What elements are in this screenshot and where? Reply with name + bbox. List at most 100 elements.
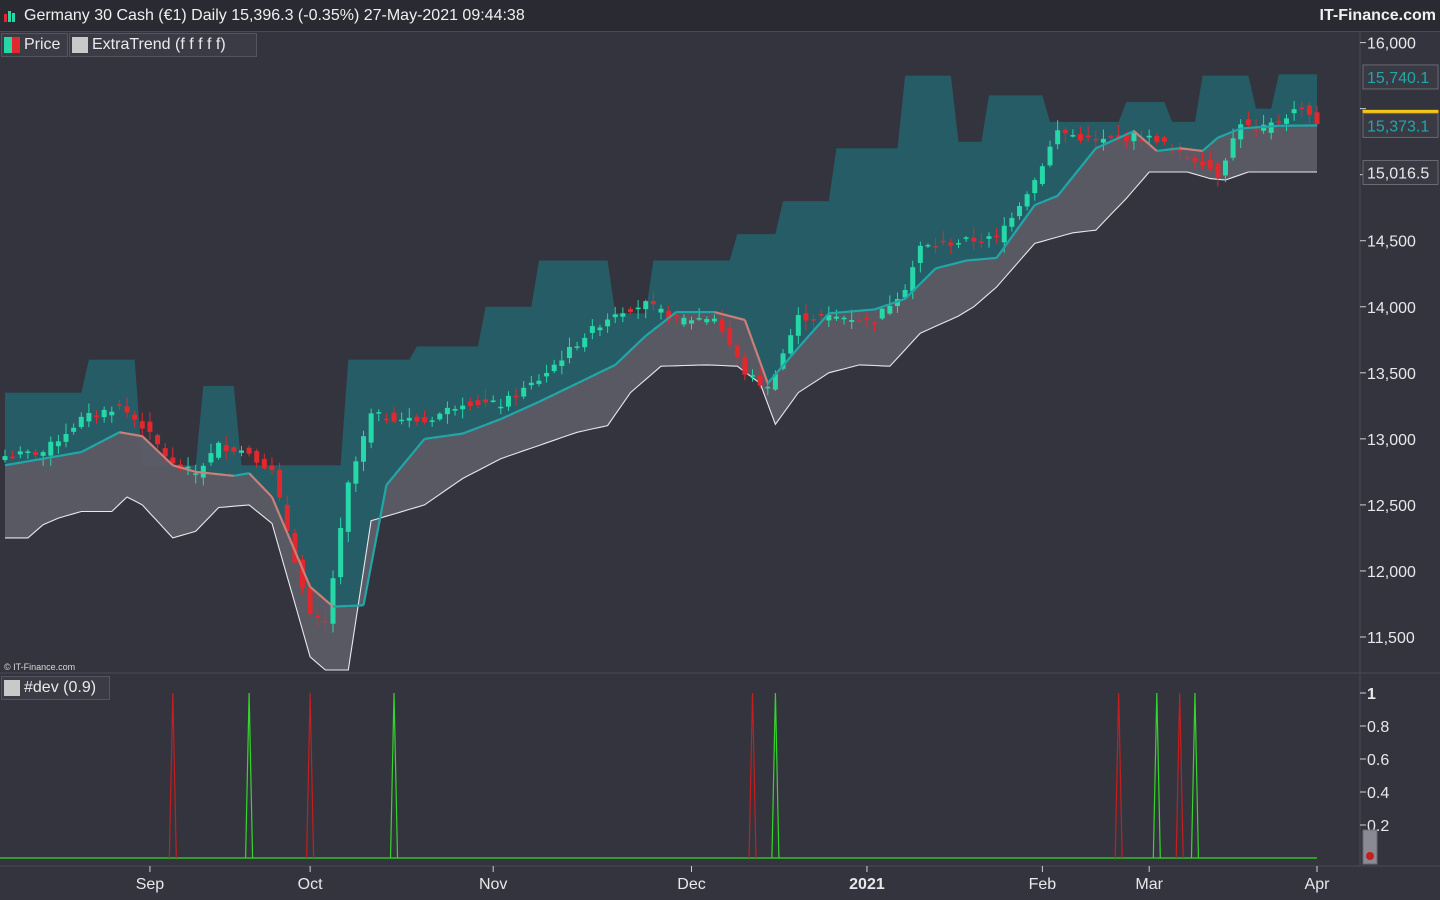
candle-body (711, 318, 717, 322)
trend-segment (293, 550, 304, 570)
trend-segment (226, 473, 234, 477)
candle-body (1108, 136, 1114, 138)
trend-segment (12, 461, 21, 466)
candle-body (170, 457, 176, 464)
candle-body (55, 441, 61, 447)
trend-segment (1187, 148, 1196, 152)
trend-segment (1003, 236, 1013, 248)
candle-body (1017, 206, 1023, 217)
dev-legend[interactable]: #dev (0.9) (1, 676, 110, 700)
time-x-axis[interactable]: SepOctNovDec2021FebMarAprMayJun (136, 866, 1440, 893)
lower-band-area (5, 125, 1317, 670)
candle-body (261, 458, 267, 469)
price-legend[interactable]: Price (1, 33, 68, 57)
trend-segment (377, 484, 388, 526)
price-legend-label: Price (24, 36, 61, 53)
dev-indicator (0, 692, 1317, 859)
trend-segment (1018, 214, 1029, 227)
candle-body (1070, 135, 1076, 137)
trend-segment (469, 426, 479, 432)
candle-body (48, 441, 54, 456)
candle-body (719, 319, 725, 332)
trend-segment (774, 364, 784, 376)
dev-tick-label: 0.4 (1367, 785, 1389, 802)
trend-segment (370, 524, 380, 566)
candle-body (620, 313, 626, 317)
trend-segment (424, 436, 433, 440)
trend-segment (1010, 225, 1021, 238)
trend-segment (241, 472, 250, 476)
trend-segment (1255, 125, 1264, 129)
trend-segment (1164, 148, 1173, 152)
trend-segment (454, 432, 463, 436)
trend-segment (553, 389, 563, 396)
extratrend-bands (5, 74, 1317, 671)
candle-body (1146, 135, 1152, 138)
trend-segment (622, 349, 632, 359)
candle-body (414, 416, 420, 422)
trend-segment (988, 256, 997, 260)
candle-body (1161, 137, 1167, 142)
chart-canvas: 11,500 12,000 12,500 13,000 13,500 14,000 14,5… (0, 32, 1440, 893)
trend-segment (1118, 133, 1127, 139)
candle-body (1131, 133, 1137, 142)
trend-segment (248, 472, 258, 482)
candle-body (811, 319, 817, 321)
trend-segment (1194, 148, 1203, 153)
candle-body (833, 316, 839, 319)
dev-spike (748, 692, 757, 859)
trend-segment (164, 457, 174, 467)
candle-body (528, 382, 534, 386)
candle-body (1238, 124, 1244, 140)
candle-body (1245, 119, 1251, 126)
trend-segment (645, 329, 655, 337)
candle-body (742, 357, 748, 375)
trend-segment (35, 457, 44, 462)
trend-segment (889, 300, 898, 306)
brand-link[interactable]: IT-Finance.com (1320, 7, 1436, 25)
trend-segment (958, 259, 967, 264)
candle-body (727, 327, 733, 345)
candle-body (841, 317, 847, 320)
extratrend-legend[interactable]: ExtraTrend (f f f f f) (69, 33, 257, 57)
trend-segment (432, 435, 440, 439)
trend-segment (80, 447, 90, 454)
trend-segment (1095, 143, 1104, 150)
candle-body (315, 615, 321, 618)
dev-tick-label: 1 (1367, 686, 1376, 703)
y-tick-label: 13,000 (1367, 432, 1416, 449)
trend-segment (1225, 130, 1234, 136)
trend-segment (408, 447, 418, 459)
candle-body (650, 300, 656, 305)
trend-segment (1232, 127, 1242, 133)
candle-body (1116, 135, 1122, 138)
candle-body (612, 314, 618, 318)
candle-body (1047, 146, 1053, 166)
candle-body (1123, 135, 1129, 141)
candle-body (925, 244, 931, 247)
candle-body (254, 450, 260, 463)
candle-body (1299, 107, 1305, 110)
trend-segment (301, 568, 312, 588)
candle-body (1283, 118, 1289, 124)
trend-segment (447, 433, 456, 437)
candle-body (673, 315, 679, 317)
trend-segment (904, 290, 914, 300)
candle-body (826, 315, 832, 321)
trend-segment (1156, 148, 1165, 153)
trend-segment (1102, 140, 1112, 146)
extratrend-swatch-icon (72, 37, 88, 53)
candle-body (193, 473, 199, 475)
candle-body (33, 452, 39, 455)
candle-body (658, 308, 664, 313)
trend-segment (149, 442, 159, 452)
candle-body (177, 464, 183, 470)
candle-body (795, 315, 801, 336)
trend-segment (966, 258, 974, 262)
trend-segment (263, 488, 273, 498)
candle-body (994, 235, 1000, 238)
trend-segment (385, 475, 395, 486)
trend-segment (607, 363, 616, 370)
candle-body (574, 346, 580, 348)
trend-segment (538, 397, 548, 403)
